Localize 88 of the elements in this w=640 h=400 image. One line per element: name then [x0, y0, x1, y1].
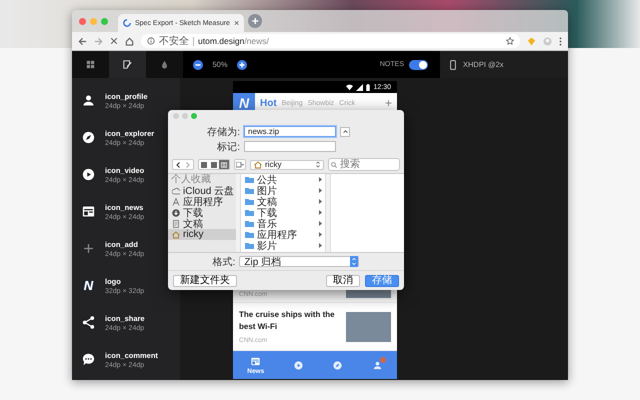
category-tab[interactable]: Hot	[260, 98, 277, 108]
updown-arrows-icon	[316, 161, 320, 168]
tags-field[interactable]	[244, 141, 336, 152]
folder-item[interactable]: 公共	[241, 174, 325, 185]
house-icon	[254, 160, 262, 168]
note-pen-icon	[123, 60, 132, 69]
chevron-right-icon	[186, 162, 190, 168]
newspaper-icon	[81, 204, 96, 219]
folder-item[interactable]: 应用程序	[241, 229, 325, 240]
view-mode-button[interactable]	[209, 160, 219, 169]
view-mode-button[interactable]	[199, 160, 209, 169]
field-label: 格式:	[212, 256, 236, 268]
cancel-button[interactable]: 取消	[326, 274, 360, 286]
newspaper-icon[interactable]	[250, 356, 262, 366]
star-icon[interactable]	[506, 37, 514, 45]
folder-item[interactable]: 下载	[241, 207, 325, 218]
caret-up-icon	[342, 130, 348, 133]
panel-tab[interactable]	[109, 51, 146, 78]
logo-icon: N	[81, 278, 96, 293]
article-title[interactable]: The cruise ships with the best Wi-Fi	[239, 309, 339, 333]
phone-icon	[450, 60, 456, 70]
play-icon	[81, 167, 96, 182]
add-category-button[interactable]: +	[384, 96, 392, 110]
sidebar-item[interactable]: ricky	[168, 229, 236, 240]
chevron-right-icon	[319, 188, 322, 193]
chevron-right-icon	[319, 232, 322, 237]
security-label: 不安全	[159, 34, 189, 48]
app-letter-icon	[172, 198, 180, 206]
home-icon[interactable]	[125, 36, 134, 46]
format-popup[interactable]: Zip 归档	[239, 256, 360, 267]
expand-button[interactable]	[340, 126, 350, 136]
grid-icon	[86, 60, 95, 69]
chevron-right-icon	[319, 243, 322, 248]
folder-item[interactable]: 文稿	[241, 196, 325, 207]
download-icon	[172, 208, 180, 216]
stop-icon[interactable]	[110, 37, 118, 45]
more-menu-icon[interactable]	[559, 36, 562, 46]
play-icon[interactable]	[292, 360, 304, 370]
battery-icon	[366, 84, 370, 90]
address-bar[interactable]: 不安全 utom.design/news/	[141, 34, 520, 48]
document-icon	[172, 220, 180, 228]
updown-arrows-icon	[350, 256, 358, 267]
address-url[interactable]: utom.design/news/	[198, 36, 269, 46]
filename-field[interactable]: news.zip	[244, 126, 336, 137]
chevron-right-icon	[319, 199, 322, 204]
location-popup[interactable]: ricky	[250, 160, 324, 170]
chevron-left-icon	[176, 162, 180, 168]
new-folder-button[interactable]: 新建文件夹	[173, 274, 237, 286]
chevron-right-icon	[319, 177, 322, 182]
forward-arrow-icon[interactable]	[94, 36, 103, 46]
compass-icon	[81, 130, 96, 145]
zoom-in-button[interactable]	[237, 60, 247, 70]
field-label: 标记:	[216, 140, 240, 154]
group-button[interactable]	[234, 159, 246, 170]
notes-toggle[interactable]	[409, 60, 428, 70]
close-window-button[interactable]	[79, 18, 86, 24]
columns-icon	[221, 162, 227, 168]
sidebar-item[interactable]: iCloud 云盘	[168, 185, 236, 196]
photo-placeholder	[346, 312, 391, 342]
view-mode-button[interactable]	[219, 160, 229, 169]
chevron-right-icon	[319, 221, 322, 226]
sidebar-item[interactable]: 应用程序	[168, 196, 236, 207]
folder-item[interactable]: 影片	[241, 240, 325, 251]
wifi-icon	[346, 84, 354, 90]
cloud-icon	[172, 186, 180, 194]
folder-item[interactable]: 图片	[241, 185, 325, 196]
person-icon	[81, 93, 96, 108]
plus-icon	[81, 241, 96, 256]
signal-icon	[356, 84, 364, 90]
house-icon	[172, 230, 180, 238]
sidebar-item[interactable]: 下载	[168, 207, 236, 218]
compass-icon[interactable]	[332, 360, 344, 370]
grid-dropdown-icon	[236, 162, 244, 168]
share-icon	[81, 315, 96, 330]
chat-bubble-icon	[81, 352, 96, 367]
chevron-right-icon	[319, 210, 322, 215]
search-field[interactable]: 搜索	[328, 158, 400, 171]
folder-item[interactable]: 音乐	[241, 218, 325, 229]
back-arrow-icon[interactable]	[78, 36, 87, 46]
zoom-out-button[interactable]	[193, 60, 203, 70]
close-tab-button[interactable]: ×	[234, 18, 240, 28]
info-icon	[147, 37, 155, 45]
spinner-icon	[123, 19, 131, 27]
field-label: 存储为:	[206, 126, 240, 138]
sidebar-item[interactable]: 文稿	[168, 218, 236, 229]
drop-icon	[160, 60, 169, 69]
person-icon[interactable]	[372, 360, 383, 370]
sidebar-heading: 个人收藏	[170, 174, 212, 185]
